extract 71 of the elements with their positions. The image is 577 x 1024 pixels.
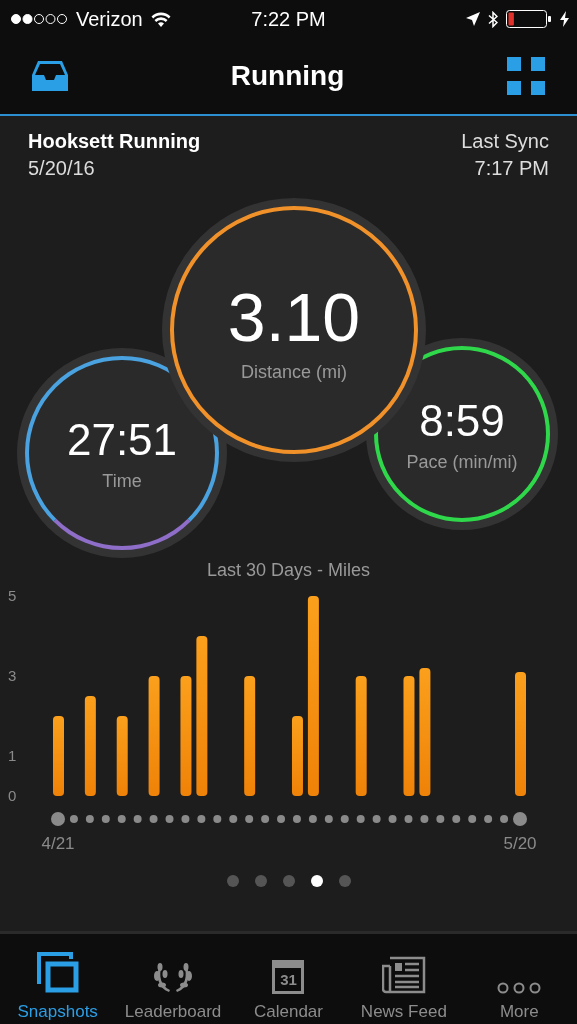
carrier-name: Verizon [76,7,143,31]
more-icon [497,982,542,994]
day-dot [452,815,461,823]
status-time: 7:22 PM [251,7,326,31]
day-dot [324,815,333,823]
activity-date: 5/20/16 [28,157,96,180]
stat-value: 27:51 [66,414,178,465]
day-dot [133,815,142,823]
activity-name: Hooksett Running [28,130,201,153]
day-dot [85,815,94,823]
day-dot [404,815,413,823]
tab[interactable]: Leaderboard [117,958,230,1022]
page-dot[interactable] [254,875,267,887]
x-tick-label: 5/20 [503,834,537,853]
day-dot [436,815,445,823]
day-dot [340,815,349,823]
tab[interactable]: News Feed [347,956,460,1022]
page-title: Running [230,60,345,92]
day-dot [292,815,301,823]
page-dot[interactable] [226,875,239,887]
day-dot [101,815,110,823]
day-dot [245,815,254,823]
tab[interactable]: 31 Calendar [232,960,345,1022]
calendar-icon: 31 [272,960,305,994]
y-tick-label: 5 [8,587,17,604]
day-dot [149,815,158,823]
stacked-squares-icon [36,952,79,994]
stat-label: Time [102,470,142,492]
tab[interactable]: Snapshots [1,952,114,1022]
y-tick-label: 3 [8,667,17,684]
signal-icon [10,13,68,25]
day-dot [213,815,222,823]
page-dot[interactable] [338,875,351,887]
day-dot [372,815,381,823]
y-tick-label: 1 [8,747,17,764]
stat-label: Distance (mi) [241,361,347,383]
chart-title: Last 30 Days - Miles [205,560,372,581]
stat-label: Pace (min/mi) [406,451,518,473]
inbox-icon[interactable] [32,59,68,93]
page-dot[interactable] [282,875,295,887]
stat-value: 8:59 [419,395,505,446]
day-dot [468,815,477,823]
day-dot [484,815,493,823]
day-dot [513,812,527,826]
stat-value: 3.10 [227,277,361,356]
page-dot[interactable] [310,875,323,887]
day-dot [69,815,78,823]
day-dot [261,815,270,823]
battery-icon [506,10,552,28]
day-dot [117,815,126,823]
location-icon [466,12,480,26]
y-tick-label: 0 [8,787,17,804]
day-dot [277,815,286,823]
day-dot [420,815,429,823]
day-dot [51,812,65,826]
tab[interactable]: More [463,982,576,1022]
x-tick-label: 4/21 [41,834,75,853]
newspaper-icon [381,956,426,994]
day-dot [181,815,190,823]
sync-label: Last Sync [461,130,549,153]
day-dot [229,815,238,823]
wifi-icon [150,11,171,27]
grid-icon[interactable] [507,57,545,95]
day-dot [197,815,206,823]
day-dot [308,815,317,823]
day-dot [500,815,509,823]
day-dot [165,815,174,823]
sync-time: 7:17 PM [474,157,549,180]
day-dot [388,815,397,823]
day-dot [356,815,365,823]
bluetooth-icon [488,10,498,28]
